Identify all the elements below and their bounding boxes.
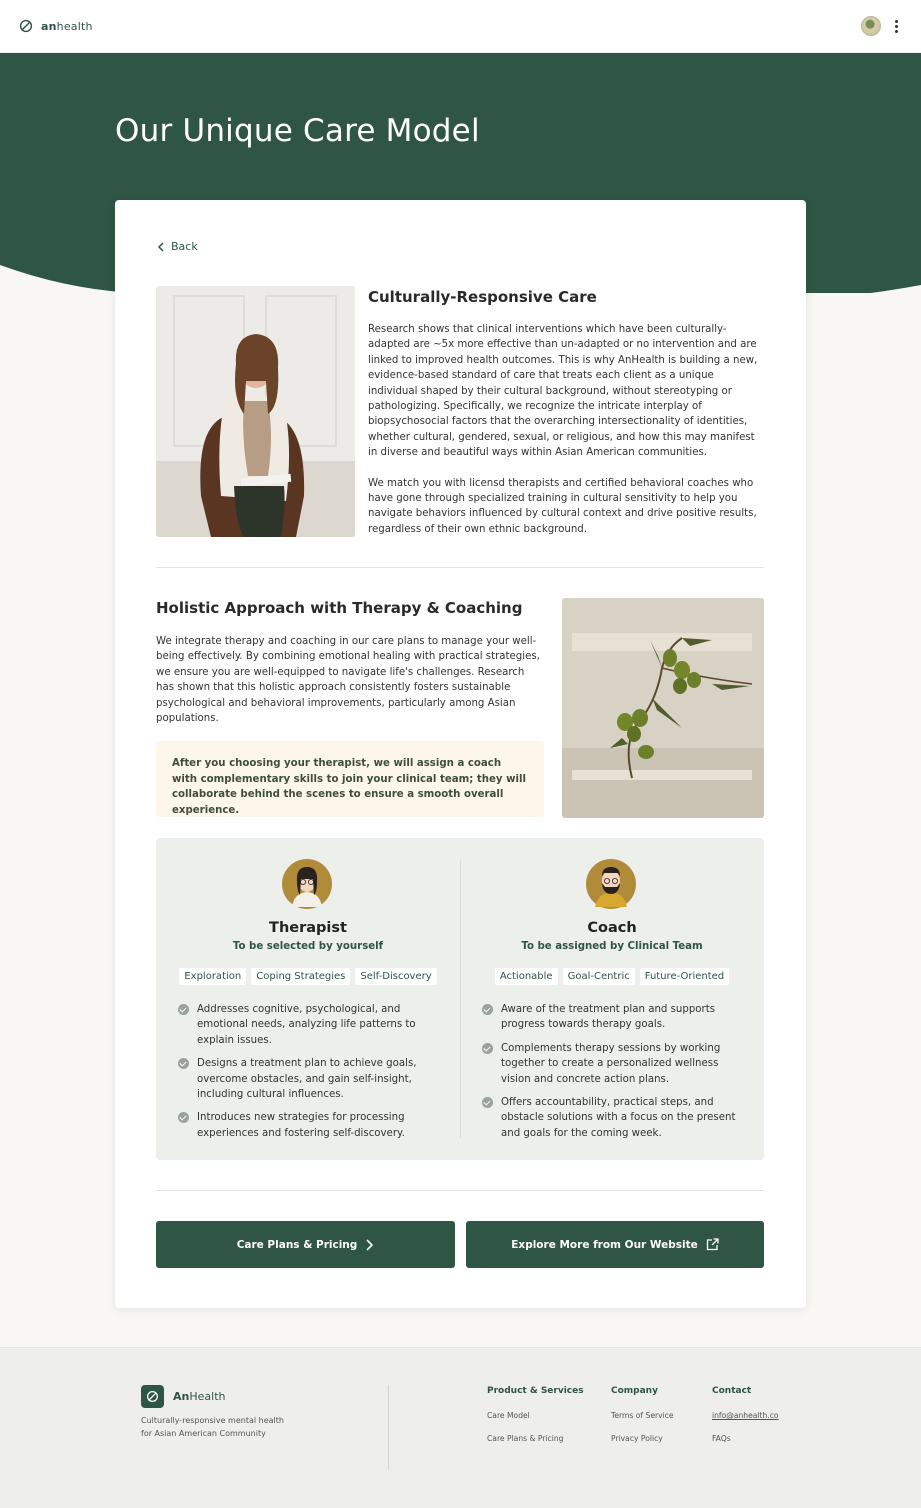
section-divider (156, 567, 764, 568)
woman-reading-photo (156, 286, 355, 537)
coach-tags: Actionable Goal-Centric Future-Oriented (460, 968, 764, 985)
back-label: Back (171, 240, 198, 253)
chevron-right-icon (366, 1238, 374, 1251)
footer-link-terms[interactable]: Terms of Service (611, 1411, 674, 1420)
section-body-holistic: We integrate therapy and coaching in our… (156, 636, 540, 725)
brand-name: anhealth (41, 19, 93, 33)
check-circle-icon (482, 1004, 493, 1015)
tag: Self-Discovery (355, 968, 437, 985)
therapist-subtitle: To be selected by yourself (232, 941, 384, 952)
footer-column-contact: Contact info@anhealth.co FAQs (712, 1386, 779, 1457)
therapist-bullets: Addresses cognitive, psychological, and … (178, 1002, 440, 1149)
care-model-card: Back Culturally-Responsive Care Research… (115, 200, 806, 1308)
therapist-avatar-icon (282, 859, 332, 909)
therapist-column: Therapist To be selected by yourself Exp… (156, 838, 460, 1160)
tag: Goal-Centric (562, 968, 635, 985)
footer-link-email[interactable]: info@anhealth.co (712, 1411, 779, 1420)
explore-website-button[interactable]: Explore More from Our Website (466, 1221, 764, 1268)
therapist-title: Therapist (269, 920, 347, 936)
more-options-icon[interactable] (891, 18, 902, 35)
coach-bullets: Aware of the treatment plan and supports… (482, 1002, 744, 1149)
therapist-coach-panel: Therapist To be selected by yourself Exp… (156, 838, 764, 1160)
tag: Coping Strategies (251, 968, 351, 985)
external-link-icon (706, 1238, 719, 1251)
coach-assignment-note: After you choosing your therapist, we wi… (156, 741, 544, 817)
footer-link-faqs[interactable]: FAQs (712, 1434, 779, 1443)
chevron-left-icon (157, 241, 164, 252)
care-plans-pricing-button[interactable]: Care Plans & Pricing (156, 1221, 455, 1268)
list-item: Designs a treatment plan to achieve goal… (178, 1056, 440, 1102)
tag: Actionable (494, 968, 558, 985)
footer-tagline: Culturally-responsive mental health for … (141, 1416, 284, 1438)
coach-title: Coach (587, 920, 637, 936)
footer-link-care-plans[interactable]: Care Plans & Pricing (487, 1434, 584, 1443)
olive-branch-photo (562, 598, 764, 818)
paragraph: Research shows that clinical interventio… (368, 324, 758, 459)
leaf-icon (141, 1385, 164, 1408)
coach-subtitle: To be assigned by Clinical Team (521, 941, 703, 952)
section-title-holistic: Holistic Approach with Therapy & Coachin… (156, 599, 523, 617)
tag: Exploration (179, 968, 247, 985)
user-avatar[interactable] (861, 16, 881, 36)
footer-logo[interactable]: AnHealth (141, 1385, 225, 1408)
footer-brand-name: AnHealth (173, 1390, 226, 1403)
list-item: Addresses cognitive, psychological, and … (178, 1002, 440, 1048)
therapist-tags: Exploration Coping Strategies Self-Disco… (156, 968, 460, 985)
button-label: Care Plans & Pricing (236, 1238, 358, 1251)
button-label: Explore More from Our Website (511, 1238, 698, 1251)
section-title-culturally-responsive: Culturally-Responsive Care (368, 288, 597, 306)
check-circle-icon (178, 1058, 189, 1070)
tag: Future-Oriented (639, 968, 730, 985)
brand-logo[interactable]: anhealth (19, 19, 93, 33)
coach-avatar-icon (586, 859, 636, 909)
check-circle-icon (178, 1112, 189, 1124)
footer-column-company: Company Terms of Service Privacy Policy (611, 1386, 674, 1457)
list-item: Aware of the treatment plan and supports… (482, 1002, 744, 1033)
top-nav-bar: anhealth (0, 0, 921, 53)
list-item: Offers accountability, practical steps, … (482, 1095, 744, 1141)
footer-column-products: Product & Services Care Model Care Plans… (487, 1386, 584, 1457)
check-circle-icon (482, 1097, 493, 1109)
paragraph: We match you with licensd therapists and… (368, 477, 757, 535)
check-circle-icon (178, 1004, 189, 1015)
list-item: Complements therapy sessions by working … (482, 1041, 744, 1087)
footer-heading: Contact (712, 1386, 752, 1396)
footer-divider (388, 1385, 389, 1470)
footer-heading: Company (611, 1386, 658, 1396)
back-link[interactable]: Back (157, 240, 198, 253)
page-title: Our Unique Care Model (115, 113, 480, 149)
coach-column: Coach To be assigned by Clinical Team Ac… (460, 838, 764, 1160)
check-circle-icon (482, 1042, 493, 1054)
footer-link-care-model[interactable]: Care Model (487, 1411, 584, 1420)
footer: AnHealth Culturally-responsive mental he… (0, 1347, 921, 1508)
section-body-culturally-responsive: Research shows that clinical interventio… (368, 322, 764, 537)
footer-link-privacy[interactable]: Privacy Policy (611, 1434, 674, 1443)
footer-heading: Product & Services (487, 1386, 584, 1396)
leaf-icon (19, 19, 33, 33)
section-divider (156, 1190, 764, 1191)
list-item: Introduces new strategies for processing… (178, 1110, 440, 1141)
